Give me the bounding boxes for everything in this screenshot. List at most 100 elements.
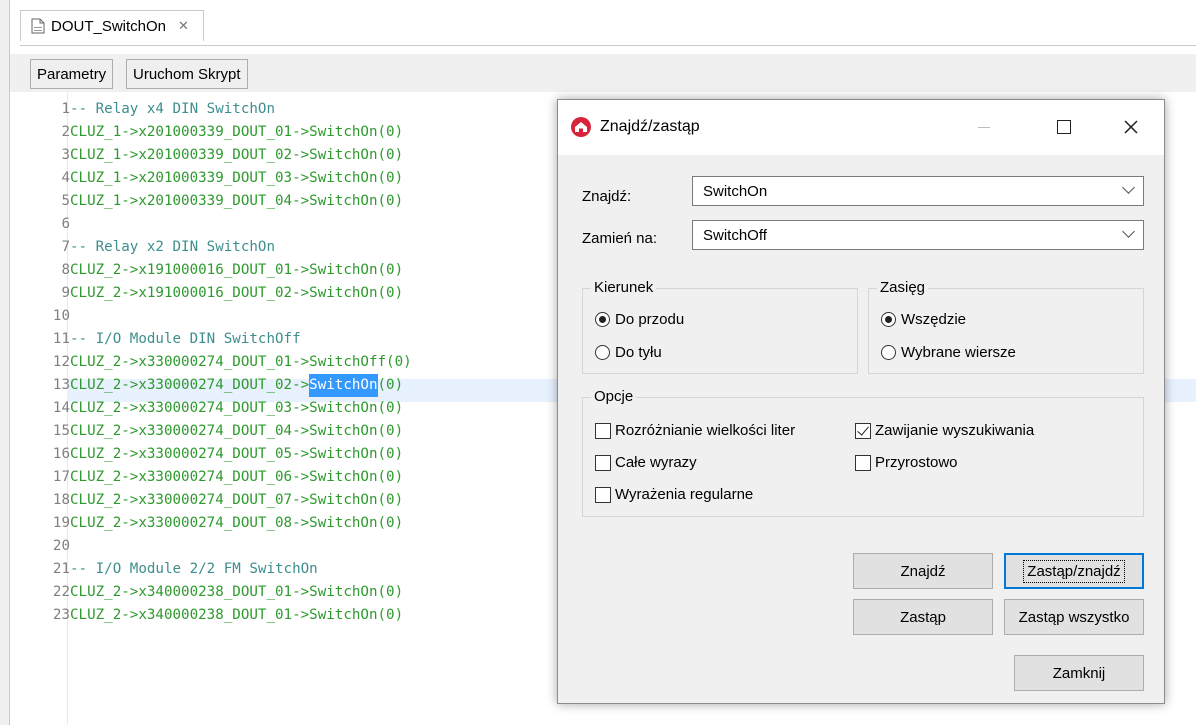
radio-forward-label: Do przodu xyxy=(615,311,685,328)
line-number: 3 xyxy=(61,147,70,163)
line-number: 23 xyxy=(52,607,70,623)
find-value: SwitchOn xyxy=(703,182,768,200)
code-line[interactable]: 23 CLUZ_2->x340000238_DOUT_01->SwitchOn(0… xyxy=(50,604,412,627)
code-line[interactable]: 11 -- I/O Module DIN SwitchOff xyxy=(50,328,412,351)
code-line[interactable]: 7 -- Relay x2 DIN SwitchOn xyxy=(50,236,412,259)
line-number: 22 xyxy=(52,584,70,600)
checkbox-incremental-box xyxy=(855,454,871,471)
checkbox-incremental[interactable]: Przyrostowo xyxy=(855,454,958,471)
code-text: CLUZ_2->x330000274_DOUT_01->SwitchOff(0) xyxy=(70,354,412,370)
code-line[interactable]: 18 CLUZ_2->x330000274_DOUT_07->SwitchOn(0… xyxy=(50,489,412,512)
line-number: 6 xyxy=(61,216,70,232)
code-line[interactable]: 22 CLUZ_2->x340000238_DOUT_01->SwitchOn(0… xyxy=(50,581,412,604)
line-number: 2 xyxy=(61,124,70,140)
line-number: 14 xyxy=(52,400,70,416)
code-line[interactable]: 6 xyxy=(50,213,412,236)
code-line[interactable]: 16 CLUZ_2->x330000274_DOUT_05->SwitchOn(0… xyxy=(50,443,412,466)
radio-everywhere[interactable]: Wszędzie xyxy=(881,311,966,328)
code-text: CLUZ_2->x191000016_DOUT_02->SwitchOn(0) xyxy=(70,285,404,301)
document-icon xyxy=(31,18,45,34)
close-icon xyxy=(1124,120,1138,134)
code-line[interactable]: 8 CLUZ_2->x191000016_DOUT_01->SwitchOn(0) xyxy=(50,259,412,282)
app-home-icon xyxy=(570,116,592,138)
replace-combo[interactable]: SwitchOff xyxy=(692,220,1144,250)
toolbar: Parametry Uruchom Skrypt xyxy=(10,54,1196,92)
parameters-button[interactable]: Parametry xyxy=(30,59,114,89)
line-number: 12 xyxy=(52,354,70,370)
line-number: 11 xyxy=(52,331,70,347)
checkbox-incremental-label: Przyrostowo xyxy=(875,454,958,471)
code-text: CLUZ_2->x340000238_DOUT_01->SwitchOn(0) xyxy=(70,607,404,623)
code-line[interactable]: 14 CLUZ_2->x330000274_DOUT_03->SwitchOn(0… xyxy=(50,397,412,420)
code-line[interactable]: 12 CLUZ_2->x330000274_DOUT_01->SwitchOff(… xyxy=(50,351,412,374)
code-line[interactable]: 13 CLUZ_2->x330000274_DOUT_02-> SwitchOn (0… xyxy=(50,374,412,397)
replace-find-label: Zastąp/znajdź xyxy=(1023,559,1125,583)
find-combo[interactable]: SwitchOn xyxy=(692,176,1144,206)
code-lines: 1 -- Relay x4 DIN SwitchOn 2 CLUZ_1->x20100… xyxy=(50,98,412,627)
checkbox-case-sensitive-box xyxy=(595,422,611,439)
code-text: CLUZ_2->x330000274_DOUT_03->SwitchOn(0) xyxy=(70,400,404,416)
tab-dout-switchon[interactable]: DOUT_SwitchOn ✕ xyxy=(20,10,204,41)
chevron-down-icon[interactable] xyxy=(1122,225,1135,238)
radio-backward-indicator xyxy=(595,345,610,360)
minimize-button[interactable] xyxy=(964,112,1004,142)
line-number: 10 xyxy=(52,308,70,324)
checkbox-whole-words[interactable]: Całe wyrazy xyxy=(595,454,697,471)
run-script-button[interactable]: Uruchom Skrypt xyxy=(126,59,248,89)
code-line[interactable]: 15 CLUZ_2->x330000274_DOUT_04->SwitchOn(0… xyxy=(50,420,412,443)
close-button[interactable] xyxy=(1111,112,1151,142)
radio-backward[interactable]: Do tyłu xyxy=(595,344,662,361)
code-line[interactable]: 4 CLUZ_1->x201000339_DOUT_03->SwitchOn(0) xyxy=(50,167,412,190)
code-text: CLUZ_2->x191000016_DOUT_01->SwitchOn(0) xyxy=(70,262,404,278)
code-text: CLUZ_2->x330000274_DOUT_08->SwitchOn(0) xyxy=(70,515,404,531)
code-comment: -- I/O Module DIN SwitchOff xyxy=(70,331,301,347)
code-line[interactable]: 5 CLUZ_1->x201000339_DOUT_04->SwitchOn(0) xyxy=(50,190,412,213)
editor-tab-bar: DOUT_SwitchOn ✕ xyxy=(10,0,1196,46)
direction-legend: Kierunek xyxy=(591,279,657,296)
find-button[interactable]: Znajdź xyxy=(853,553,993,589)
radio-selected-lines[interactable]: Wybrane wiersze xyxy=(881,344,1016,361)
checkbox-wrap-search-label: Zawijanie wyszukiwania xyxy=(875,422,1035,439)
line-number: 18 xyxy=(52,492,70,508)
code-comment: -- Relay x2 DIN SwitchOn xyxy=(70,239,275,255)
maximize-icon xyxy=(1057,120,1071,134)
close-icon[interactable]: ✕ xyxy=(178,18,189,34)
options-legend: Opcje xyxy=(591,388,637,405)
radio-forward-indicator xyxy=(595,312,610,327)
code-line[interactable]: 2 CLUZ_1->x201000339_DOUT_01->SwitchOn(0) xyxy=(50,121,412,144)
find-label: Znajdź: xyxy=(582,188,632,205)
radio-selected-lines-indicator xyxy=(881,345,896,360)
line-number: 19 xyxy=(52,515,70,531)
checkbox-wrap-search-box xyxy=(855,422,871,439)
line-number: 5 xyxy=(61,193,70,209)
line-number: 21 xyxy=(52,561,70,577)
code-line[interactable]: 17 CLUZ_2->x330000274_DOUT_06->SwitchOn(0… xyxy=(50,466,412,489)
code-text: CLUZ_2->x330000274_DOUT_06->SwitchOn(0) xyxy=(70,469,404,485)
code-text: CLUZ_1->x201000339_DOUT_04->SwitchOn(0) xyxy=(70,193,404,209)
maximize-button[interactable] xyxy=(1044,112,1084,142)
code-line[interactable]: 3 CLUZ_1->x201000339_DOUT_02->SwitchOn(0) xyxy=(50,144,412,167)
checkbox-regex[interactable]: Wyrażenia regularne xyxy=(595,486,753,503)
code-text: CLUZ_2->x330000274_DOUT_07->SwitchOn(0) xyxy=(70,492,404,508)
replace-all-button[interactable]: Zastąp wszystko xyxy=(1004,599,1144,635)
replace-find-button[interactable]: Zastąp/znajdź xyxy=(1004,553,1144,589)
close-dialog-button[interactable]: Zamknij xyxy=(1014,655,1144,691)
checkbox-case-sensitive[interactable]: Rozróżnianie wielkości liter xyxy=(595,422,795,439)
line-number: 9 xyxy=(61,285,70,301)
code-line[interactable]: 19 CLUZ_2->x330000274_DOUT_08->SwitchOn(0… xyxy=(50,512,412,535)
line-number: 4 xyxy=(61,170,70,186)
code-line[interactable]: 10 xyxy=(50,305,412,328)
line-number: 16 xyxy=(52,446,70,462)
checkbox-wrap-search[interactable]: Zawijanie wyszukiwania xyxy=(855,422,1034,439)
radio-forward[interactable]: Do przodu xyxy=(595,311,684,328)
radio-backward-label: Do tyłu xyxy=(615,344,662,361)
code-line[interactable]: 21 -- I/O Module 2/2 FM SwitchOn xyxy=(50,558,412,581)
left-border-strip xyxy=(0,0,10,725)
code-line[interactable]: 9 CLUZ_2->x191000016_DOUT_02->SwitchOn(0) xyxy=(50,282,412,305)
chevron-down-icon[interactable] xyxy=(1122,181,1135,194)
replace-button[interactable]: Zastąp xyxy=(853,599,993,635)
code-line[interactable]: 20 xyxy=(50,535,412,558)
code-line[interactable]: 1 -- Relay x4 DIN SwitchOn xyxy=(50,98,412,121)
replace-label: Zamień na: xyxy=(582,230,658,247)
code-text: (0) xyxy=(377,377,404,393)
